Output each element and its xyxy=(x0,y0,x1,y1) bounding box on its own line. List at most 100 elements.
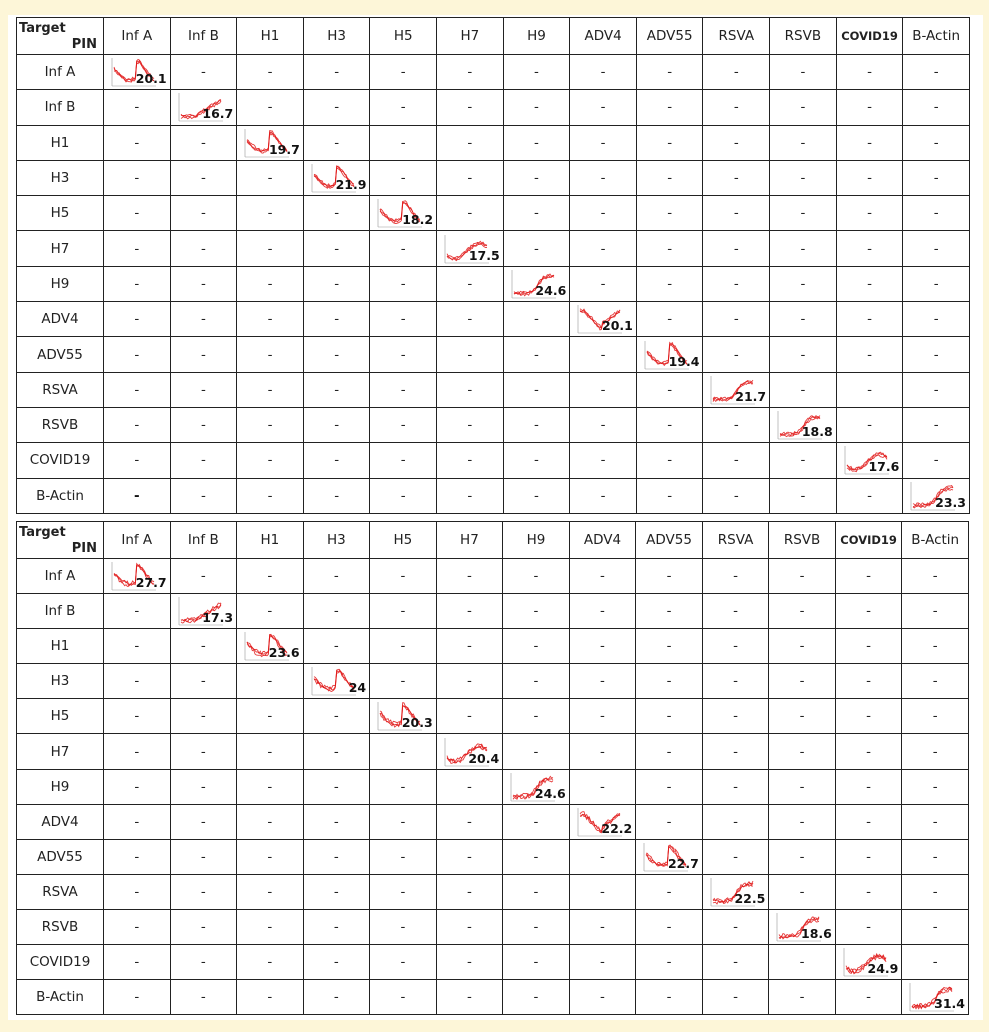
empty-cell: - xyxy=(902,301,970,338)
empty-cell: - xyxy=(768,768,836,805)
table-row: COVID19- - - - - - - - - - - 24.9- xyxy=(16,944,969,981)
empty-cell: - xyxy=(103,89,171,126)
empty-cell: - xyxy=(435,838,504,875)
empty-cell: - xyxy=(236,53,304,91)
ct-value: 22.5 xyxy=(734,890,766,906)
table-row: H7- - - - - 17.5- - - - - - - xyxy=(16,230,970,267)
column-header-h1: H1 xyxy=(236,521,304,559)
empty-cell: - xyxy=(834,803,903,840)
empty-cell: - xyxy=(302,628,371,665)
empty-cell: - xyxy=(568,944,637,981)
empty-cell: - xyxy=(835,89,904,126)
empty-cell: - xyxy=(702,195,771,232)
table-row: ADV4- - - - - - - 22.2- - - - - xyxy=(16,803,969,840)
ct-value-cell: 16.7 xyxy=(169,89,238,126)
empty-cell: - xyxy=(502,406,571,444)
empty-cell: - xyxy=(236,230,304,267)
empty-cell: - xyxy=(701,557,770,595)
empty-cell: - xyxy=(701,803,770,840)
empty-cell: - xyxy=(369,908,437,946)
empty-cell: - xyxy=(568,979,637,1016)
empty-cell: - xyxy=(768,733,836,770)
empty-cell: - xyxy=(169,733,238,770)
empty-cell: - xyxy=(635,301,704,338)
ct-value: 24.6 xyxy=(535,282,567,298)
row-header-rsvb: RSVB xyxy=(16,908,104,946)
row-header-h1: H1 xyxy=(16,628,104,665)
empty-cell: - xyxy=(169,908,238,946)
empty-cell: - xyxy=(702,89,771,126)
empty-cell: - xyxy=(635,371,704,408)
table-row: Inf A 20.1- - - - - - - - - - - - xyxy=(16,53,970,91)
empty-cell: - xyxy=(435,908,504,946)
ct-value-cell: 22.7 xyxy=(635,838,703,875)
column-header-inf-b: Inf B xyxy=(169,521,238,559)
empty-cell: - xyxy=(902,406,970,444)
empty-cell: - xyxy=(834,698,903,735)
empty-cell: - xyxy=(834,593,903,630)
empty-cell: - xyxy=(901,628,969,665)
empty-cell: - xyxy=(436,265,504,303)
empty-cell: - xyxy=(236,768,304,805)
table-row: H5- - - - 20.3- - - - - - - - xyxy=(16,698,969,735)
empty-cell: - xyxy=(103,628,171,665)
empty-cell: - xyxy=(236,159,304,197)
row-header-h5: H5 xyxy=(16,698,104,735)
empty-cell: - xyxy=(901,698,969,735)
ct-value-cell: 20.4 xyxy=(435,733,504,770)
ct-value: 17.3 xyxy=(202,610,234,626)
specificity-table-1: PIN Target Inf A Inf B H1 H3 H5 H7 H9 ADV4 ADV55 RS… xyxy=(16,17,970,514)
empty-cell: - xyxy=(502,628,570,665)
empty-cell: - xyxy=(835,301,904,338)
ct-value-cell: 19.4 xyxy=(635,336,704,373)
empty-cell: - xyxy=(369,663,437,700)
empty-cell: - xyxy=(834,628,903,665)
ct-value-cell: 24 xyxy=(302,663,371,700)
empty-cell: - xyxy=(502,557,570,595)
empty-cell: - xyxy=(103,768,171,805)
empty-cell: - xyxy=(835,124,904,161)
empty-cell: - xyxy=(369,838,437,875)
column-header-h5: H5 xyxy=(369,17,438,55)
empty-cell: - xyxy=(236,803,304,840)
empty-cell: - xyxy=(901,803,969,840)
empty-cell: - xyxy=(901,873,969,910)
empty-cell: - xyxy=(369,873,437,910)
empty-cell: - xyxy=(702,336,771,373)
empty-cell: - xyxy=(569,336,637,373)
ct-value-cell: 17.6 xyxy=(835,442,904,479)
empty-cell: - xyxy=(769,371,837,408)
ct-value-cell: 23.6 xyxy=(236,628,304,665)
empty-cell: - xyxy=(502,663,570,700)
empty-cell: - xyxy=(169,195,238,232)
empty-cell: - xyxy=(369,593,437,630)
empty-cell: - xyxy=(835,477,904,514)
empty-cell: - xyxy=(236,663,304,700)
row-header-h7: H7 xyxy=(16,733,104,770)
empty-cell: - xyxy=(834,557,903,595)
empty-cell: - xyxy=(902,336,970,373)
empty-cell: - xyxy=(169,557,238,595)
column-header-b-actin: B-Actin xyxy=(902,17,970,55)
column-header-rsvb: RSVB xyxy=(768,521,836,559)
empty-cell: - xyxy=(169,159,238,197)
empty-cell: - xyxy=(236,336,304,373)
ct-value-cell: 27.7 xyxy=(103,557,171,595)
empty-cell: - xyxy=(568,663,637,700)
empty-cell: - xyxy=(901,838,969,875)
empty-cell: - xyxy=(835,406,904,444)
empty-cell: - xyxy=(834,768,903,805)
column-header-adv4: ADV4 xyxy=(569,17,637,55)
empty-cell: - xyxy=(169,230,238,267)
ct-value: 17.6 xyxy=(868,459,900,475)
empty-cell: - xyxy=(302,698,371,735)
empty-cell: - xyxy=(435,698,504,735)
pin-label: PIN xyxy=(71,37,97,52)
empty-cell: - xyxy=(369,53,438,91)
ct-value-cell: 18.8 xyxy=(769,406,837,444)
empty-cell: - xyxy=(236,371,304,408)
ct-value: 21.9 xyxy=(335,177,367,193)
column-header-h3: H3 xyxy=(302,521,371,559)
table-row: ADV4- - - - - - - 20.1- - - - - xyxy=(16,301,970,338)
empty-cell: - xyxy=(302,908,371,946)
